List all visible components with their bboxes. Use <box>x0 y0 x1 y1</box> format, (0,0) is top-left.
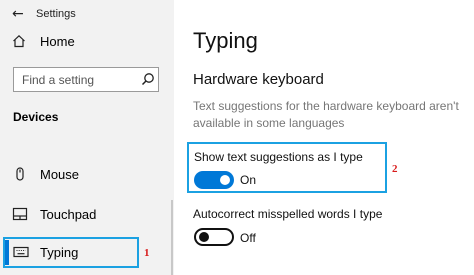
title-bar: ← Settings <box>0 0 174 28</box>
sidebar-item-label: Touchpad <box>40 207 97 222</box>
toggle-state-label: On <box>240 173 257 187</box>
search-input[interactable] <box>14 68 142 91</box>
page-title: Typing <box>193 28 258 53</box>
app-title: Settings <box>36 8 76 20</box>
sidebar-item-home[interactable]: Home <box>0 30 171 54</box>
sidebar-item-mouse[interactable]: Mouse <box>0 160 171 188</box>
sidebar-item-label: Mouse <box>40 167 80 182</box>
toggle-state-label: Off <box>240 231 256 245</box>
section-heading: Hardware keyboard <box>193 71 324 88</box>
sidebar-scrollbar[interactable] <box>171 200 173 275</box>
sidebar: ← Settings Home Devices Mouse Touchpad <box>0 0 174 275</box>
sidebar-item-label: Typing <box>40 245 79 260</box>
autocorrect-toggle[interactable] <box>194 228 234 246</box>
keyboard-icon <box>13 246 29 258</box>
text-suggestions-toggle[interactable] <box>194 171 234 189</box>
search-icon[interactable] <box>141 72 155 86</box>
callout-number: 1 <box>144 247 150 259</box>
touchpad-icon <box>12 207 28 221</box>
text-suggestions-label: Show text suggestions as I type <box>194 150 363 164</box>
sidebar-item-label: Home <box>40 34 75 49</box>
section-label: Devices <box>13 110 59 124</box>
setting-description: Text suggestions for the hardware keyboa… <box>193 99 459 130</box>
sidebar-item-touchpad[interactable]: Touchpad <box>0 200 171 228</box>
toggle-knob <box>220 175 230 185</box>
search-box <box>13 67 159 92</box>
home-icon <box>13 34 25 48</box>
mouse-icon <box>16 167 24 181</box>
autocorrect-label: Autocorrect misspelled words I type <box>193 207 383 221</box>
back-arrow-icon[interactable]: ← <box>12 6 24 22</box>
toggle-knob <box>199 232 209 242</box>
sidebar-item-typing[interactable]: Typing <box>3 237 139 268</box>
callout-number: 2 <box>392 163 398 175</box>
selection-indicator <box>5 240 9 265</box>
